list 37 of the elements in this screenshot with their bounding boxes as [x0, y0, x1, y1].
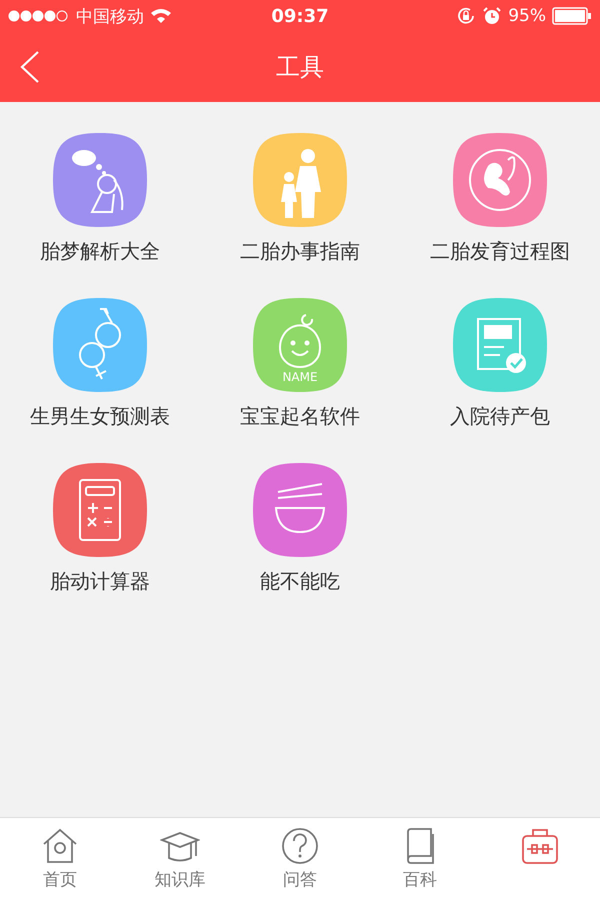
tab-item[interactable]: 问答: [240, 818, 360, 900]
tab-item[interactable]: 知识库: [120, 818, 240, 900]
tool-tile[interactable]: [252, 462, 348, 558]
mother-child-icon: [281, 149, 321, 218]
tool-label[interactable]: 胎动计算器: [50, 568, 150, 595]
tool-tile[interactable]: [52, 297, 148, 393]
tool-label[interactable]: 生男生女预测表: [30, 403, 170, 430]
tab-item[interactable]: 首页: [0, 818, 120, 900]
battery-percent: 95%: [508, 6, 546, 26]
tool-label[interactable]: 二胎发育过程图: [430, 238, 570, 265]
clock-time: 09:37: [271, 6, 329, 26]
tool-label[interactable]: 入院待产包: [450, 403, 550, 430]
tool-tile[interactable]: [452, 297, 548, 393]
battery-icon: [552, 7, 592, 25]
bowl-chopsticks-icon: [275, 483, 325, 533]
dreaming-girl-icon: [72, 150, 124, 213]
alarm-icon: [482, 6, 502, 26]
wifi-icon: [150, 8, 172, 24]
rotation-lock-icon: [456, 6, 476, 26]
tool-label[interactable]: 二胎办事指南: [240, 238, 360, 265]
tool-label[interactable]: 宝宝起名软件: [240, 403, 360, 430]
toolbox-icon: [520, 826, 560, 866]
tool-tile[interactable]: [52, 462, 148, 558]
tool-label[interactable]: 能不能吃: [260, 568, 340, 595]
signal-icon: [8, 10, 70, 22]
tool-tile[interactable]: [452, 132, 548, 228]
tool-tile[interactable]: [52, 132, 148, 228]
gender-symbols-icon: [79, 308, 121, 380]
tab-item[interactable]: 百科: [360, 818, 480, 900]
carrier-name: 中国移动: [76, 6, 144, 28]
fetus-icon: [469, 149, 531, 211]
page-title: 工具: [276, 52, 324, 83]
question-icon: [280, 826, 320, 866]
calculator-icon: [79, 479, 121, 541]
tool-tile[interactable]: [252, 132, 348, 228]
tool-label[interactable]: 胎梦解析大全: [40, 238, 160, 265]
checklist-icon: [477, 318, 526, 373]
